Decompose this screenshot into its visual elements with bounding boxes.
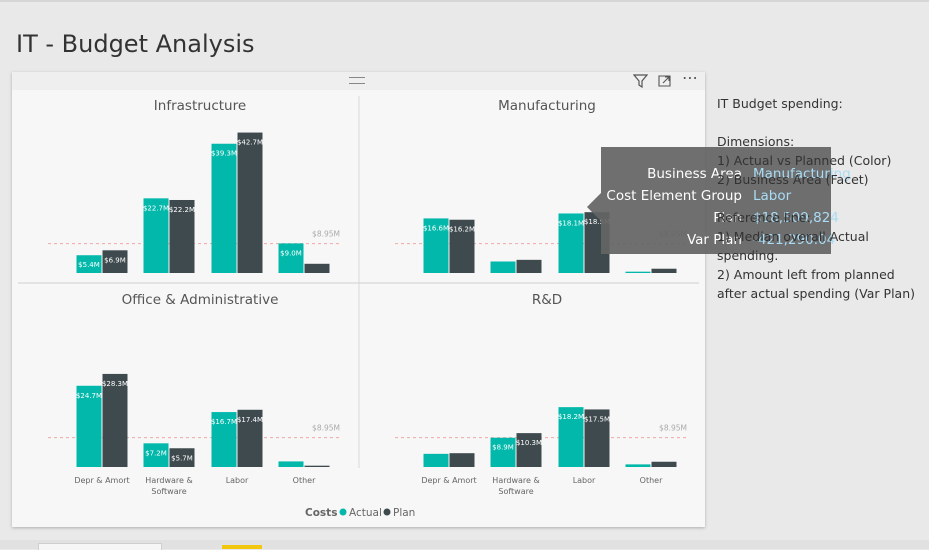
more-options-icon[interactable]: ⋯ <box>679 69 701 87</box>
text-line: Reference line: <box>717 210 811 225</box>
category-label: Labor <box>226 476 249 485</box>
tooltip-arrow <box>587 193 601 221</box>
reference-line-label: $8.95M <box>659 424 687 433</box>
legend-marker <box>383 508 391 516</box>
text-line <box>717 113 922 132</box>
bar-actual <box>490 437 516 467</box>
data-label: $6.9M <box>104 256 126 264</box>
bar-actual <box>625 464 651 467</box>
bar-plan <box>651 268 677 273</box>
data-label: $9.0M <box>280 249 302 257</box>
page-title: IT - Budget Analysis <box>16 30 255 58</box>
legend-title: Costs <box>305 507 337 519</box>
visual-header: ⋯ <box>12 69 705 90</box>
reference-line-label: $8.95M <box>312 424 340 433</box>
data-label: $10.3M <box>516 439 542 447</box>
data-label: $39.3M <box>211 150 237 158</box>
data-label: $18.2M <box>558 413 584 421</box>
facet-title: Manufacturing <box>498 98 596 114</box>
legend-item: Plan <box>393 507 415 519</box>
page-tab-indicator[interactable] <box>222 545 262 549</box>
bar-plan <box>651 461 677 467</box>
category-label: Other <box>293 476 316 485</box>
bar-plan <box>304 263 330 273</box>
legend-item: Actual <box>349 507 382 519</box>
data-label: $17.4M <box>237 416 263 424</box>
bar-actual <box>278 243 304 273</box>
text-line: 2) Business Area (Facet) <box>717 172 869 187</box>
category-label: Other <box>640 476 663 485</box>
category-label: Hardware & <box>145 476 192 485</box>
data-label: $5.7M <box>171 454 193 462</box>
description-text-box[interactable]: IT Budget spending: Dimensions: 1) Actua… <box>717 94 922 303</box>
reference-line-label: $8.95M <box>312 230 340 239</box>
text-line: Dimensions: <box>717 134 795 149</box>
data-label: $5.4M <box>78 261 100 269</box>
data-label: $18.1M <box>558 219 584 227</box>
bar-actual <box>625 271 651 273</box>
data-label: $16.7M <box>211 418 237 426</box>
filter-icon[interactable] <box>633 74 648 88</box>
facet-title: Office & Administrative <box>122 292 279 308</box>
category-label: Depr & Amort <box>421 476 476 485</box>
category-label: Depr & Amort <box>74 476 129 485</box>
text-line: 1) Actual vs Planned (Color) <box>717 153 892 168</box>
data-label: $17.5M <box>584 415 610 423</box>
data-label: $8.9M <box>492 444 514 452</box>
category-label: Software <box>498 487 533 496</box>
bar-plan <box>237 132 263 273</box>
bar-actual <box>490 261 516 273</box>
bar-plan <box>449 453 475 467</box>
facet-title: R&D <box>532 292 562 308</box>
bar-plan <box>516 259 542 273</box>
text-line: IT Budget spending: <box>717 96 843 111</box>
data-label: $22.2M <box>169 206 195 214</box>
legend-marker <box>339 508 347 516</box>
data-label: $24.7M <box>76 392 102 400</box>
bar-actual <box>211 143 237 273</box>
data-label: $42.7M <box>237 139 263 147</box>
category-label: Labor <box>573 476 596 485</box>
drag-grip-icon[interactable] <box>349 77 365 84</box>
data-label: $22.7M <box>143 204 169 212</box>
bar-actual <box>423 453 449 467</box>
text-line: 1) Median overall Actual spending. <box>717 229 869 263</box>
bar-actual <box>278 461 304 467</box>
data-label: $28.3M <box>102 380 128 388</box>
data-label: $7.2M <box>145 449 167 457</box>
category-label: Software <box>151 487 186 496</box>
focus-mode-icon[interactable] <box>657 74 672 88</box>
data-label: $16.2M <box>449 226 475 234</box>
budget-chart-visual[interactable]: ⋯ Infrastructure $8.95M $5.4M $22.7M $39.3M $… <box>12 69 705 527</box>
top-border <box>0 0 929 2</box>
bar-plan <box>304 465 330 467</box>
data-label: $16.6M <box>423 224 449 232</box>
category-label: Hardware & <box>492 476 539 485</box>
text-line: 2) Amount left from planned after actual… <box>717 267 916 301</box>
text-line <box>717 189 922 208</box>
facet-title: Infrastructure <box>154 98 246 114</box>
